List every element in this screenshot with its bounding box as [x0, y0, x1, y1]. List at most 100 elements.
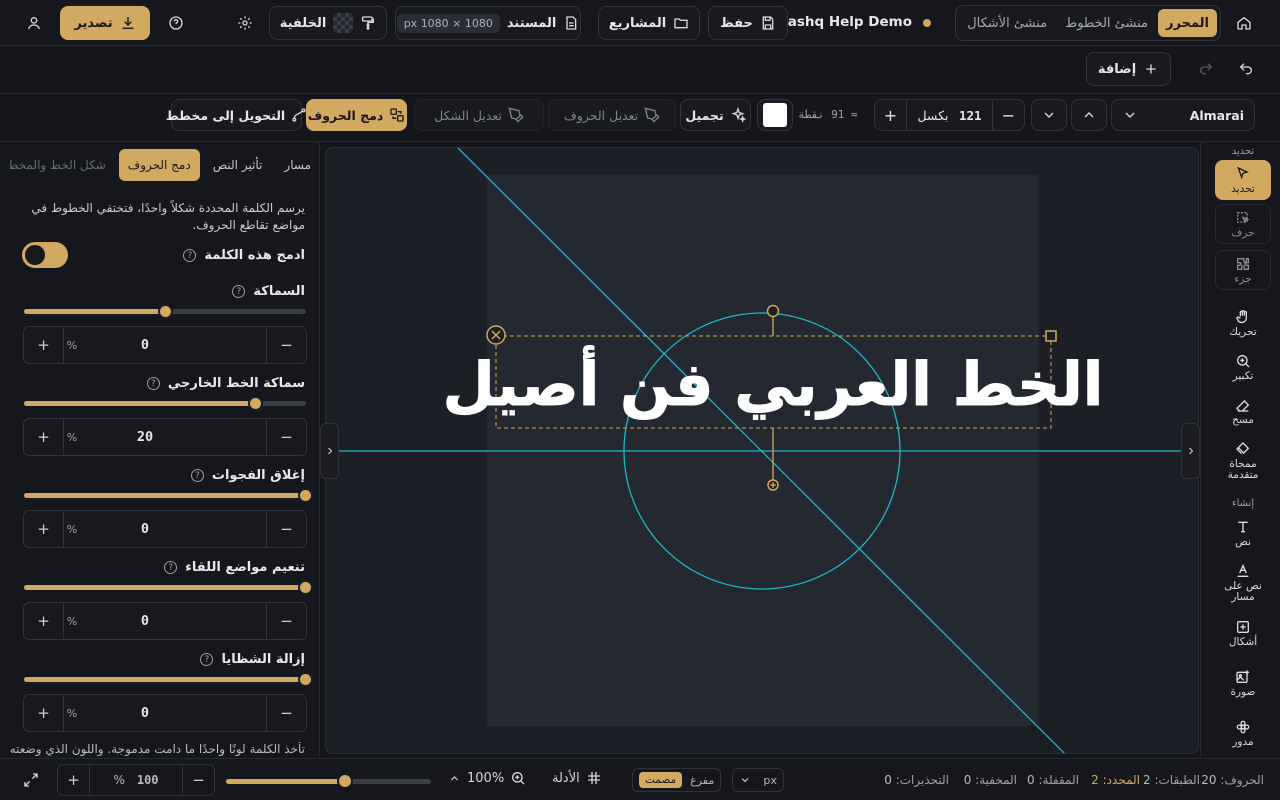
decrement-button[interactable]: −	[266, 419, 306, 455]
collapse-left-panel-button[interactable]	[320, 423, 339, 479]
tab-merge-letters[interactable]: دمج الحروف	[118, 149, 200, 181]
tool-advanced-eraser[interactable]: ممحاة متقدمة	[1215, 438, 1271, 484]
tool-part[interactable]: جزء	[1215, 250, 1271, 290]
add-button[interactable]: إضافة	[1086, 52, 1171, 86]
increment-button[interactable]: +	[24, 419, 64, 455]
rotate-handle[interactable]	[766, 304, 780, 318]
export-button[interactable]: تصدير	[60, 6, 150, 40]
zoom-out-button[interactable]: −	[182, 765, 214, 795]
tool-text[interactable]: نص	[1215, 516, 1271, 550]
snap-solid-option[interactable]: مصمت	[639, 772, 683, 788]
tool-glyph[interactable]: حرف	[1215, 204, 1271, 244]
settings-button[interactable]	[229, 6, 261, 40]
help-button[interactable]	[160, 6, 192, 40]
decrement-button[interactable]: −	[266, 695, 306, 731]
merge-word-toggle[interactable]	[22, 242, 68, 268]
font-next-button[interactable]	[1071, 99, 1107, 131]
control-slider[interactable]	[24, 672, 313, 687]
mode-shape-builder[interactable]: منشئ الأشكال	[959, 9, 1055, 37]
tool-pan[interactable]: تحريك	[1215, 306, 1271, 340]
decrement-button[interactable]: −	[266, 603, 306, 639]
control-slider[interactable]	[24, 488, 313, 503]
increment-button[interactable]: +	[24, 511, 64, 547]
size-decrease-button[interactable]: −	[991, 100, 1024, 130]
document-button[interactable]: المستند 1080 × 1080 px	[395, 6, 581, 40]
merge-letters-button[interactable]: دمج الحروف	[306, 99, 407, 131]
tool-rosette[interactable]: مدور	[1215, 716, 1271, 750]
canvas[interactable]: الخط العربي فن أصيل	[325, 147, 1199, 754]
tool-zoom[interactable]: تكبير	[1215, 350, 1271, 384]
collapse-right-panel-button[interactable]	[1181, 423, 1200, 479]
mode-editor[interactable]: المحرر	[1158, 9, 1217, 37]
zoom-stepper-value[interactable]: % 100	[90, 765, 182, 795]
tab-text-effect[interactable]: تأثير النص	[204, 149, 272, 181]
fit-screen-button[interactable]	[16, 764, 46, 796]
guides-toggle[interactable]: الأدلة	[552, 770, 602, 786]
help-icon[interactable]: ?	[232, 285, 246, 298]
slider-knob[interactable]	[248, 396, 264, 411]
background-label: الخلفية	[279, 15, 327, 31]
help-icon[interactable]: ?	[183, 249, 197, 262]
tool-text-on-path[interactable]: نص على مسار	[1215, 560, 1271, 606]
size-value[interactable]: 121	[959, 108, 982, 123]
size-increase-button[interactable]: +	[875, 100, 907, 130]
tab-font-shape-outline[interactable]: شكل الخط والمخطط	[10, 149, 115, 181]
puzzle-icon	[1237, 257, 1249, 270]
zoom-slider[interactable]	[226, 773, 431, 789]
tool-erase[interactable]: مسح	[1215, 394, 1271, 428]
background-button[interactable]: الخلفية	[269, 6, 387, 40]
chevron-up-icon	[448, 772, 461, 785]
decrement-button[interactable]: −	[266, 327, 306, 363]
save-button[interactable]: حفظ	[708, 6, 788, 40]
help-icon[interactable]: ?	[200, 653, 214, 666]
increment-button[interactable]: +	[24, 603, 64, 639]
convert-to-outline-button[interactable]: التحويل إلى مخطط	[166, 99, 306, 131]
decrement-button[interactable]: −	[266, 511, 306, 547]
projects-button[interactable]: المشاريع	[598, 6, 700, 40]
tool-shapes[interactable]: أشكال	[1215, 616, 1271, 650]
control-value[interactable]: 0	[80, 327, 266, 363]
resize-handle[interactable]	[1045, 330, 1057, 342]
snap-mode-toggle[interactable]: مفرغ مصمت	[632, 768, 722, 792]
type-icon	[1238, 521, 1248, 532]
control-value[interactable]: 0	[80, 603, 266, 639]
tab-path[interactable]: مسار	[275, 149, 319, 181]
slider-knob[interactable]	[298, 488, 313, 503]
control-slider[interactable]	[24, 580, 313, 595]
slider-knob[interactable]	[298, 672, 313, 687]
undo-button[interactable]	[1230, 52, 1262, 86]
redo-button[interactable]	[1190, 52, 1222, 86]
canvas-text[interactable]: الخط العربي فن أصيل	[442, 345, 1104, 421]
zoom-in-button[interactable]: +	[58, 765, 90, 795]
help-icon[interactable]: ?	[164, 561, 178, 574]
slider-knob[interactable]	[158, 304, 173, 319]
snap-hollow-option[interactable]: مفرغ	[690, 774, 714, 787]
tool-image[interactable]: صورة	[1215, 666, 1271, 700]
zoom-readout[interactable]: 100%	[448, 770, 526, 786]
help-icon[interactable]: ?	[146, 377, 160, 390]
control-value[interactable]: 0	[80, 695, 266, 731]
control-slider[interactable]	[24, 304, 306, 319]
slider-knob[interactable]	[298, 580, 313, 595]
control-label: تنعيم مواضع اللقاء	[185, 560, 305, 575]
font-select[interactable]: Almarai	[1111, 99, 1255, 131]
stat-layers-value: 2	[1143, 773, 1151, 787]
zoom-slider-knob[interactable]	[336, 773, 353, 789]
unit-select[interactable]: px	[732, 768, 784, 792]
font-prev-button[interactable]	[1031, 99, 1067, 131]
increment-button[interactable]: +	[24, 695, 64, 731]
mode-font-builder[interactable]: منشئ الخطوط	[1057, 9, 1156, 37]
edit-glyphs-button[interactable]: تعديل الحروف	[548, 99, 676, 131]
tool-select[interactable]: تحديد	[1215, 160, 1271, 200]
increment-button[interactable]: +	[24, 327, 64, 363]
edit-shape-button[interactable]: تعديل الشكل	[414, 99, 544, 131]
account-button[interactable]	[18, 6, 50, 40]
help-icon[interactable]: ?	[190, 469, 204, 482]
home-button[interactable]	[1228, 6, 1260, 40]
control-value[interactable]: 20	[80, 419, 266, 455]
control-slider[interactable]	[24, 396, 306, 411]
size-unit: بكسل	[917, 107, 949, 123]
control-value[interactable]: 0	[80, 511, 266, 547]
beautify-button[interactable]: تجميل	[680, 99, 751, 131]
color-button[interactable]	[757, 99, 793, 131]
